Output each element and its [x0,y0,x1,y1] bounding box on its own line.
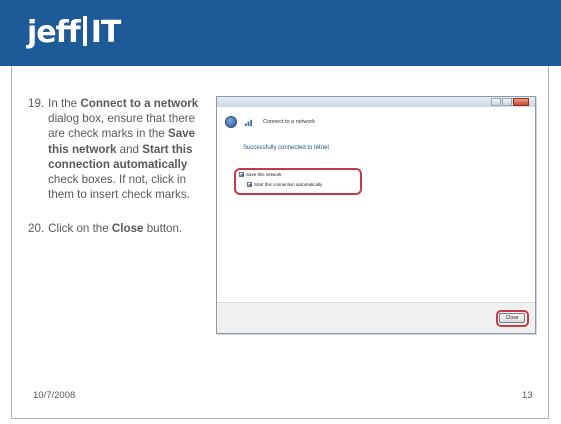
step-plain-text: button. [143,222,183,236]
step-20: 20. Click on the Close button. [28,221,208,236]
save-network-checkbox[interactable] [239,172,244,177]
step-number: 19. [28,97,45,110]
slide-date: 10/7/2008 [33,390,76,401]
close-window-icon[interactable] [513,98,529,106]
dialog-screenshot: Connect to a network Successfully connec… [216,96,536,334]
network-icon [244,119,253,126]
start-automatically-label: Start this connection automatically [254,182,323,187]
logo-separator [82,16,87,46]
slide: jeff IT 19. In the Connect to a network d… [0,0,561,424]
dialog-footer [217,302,535,333]
slide-page-number: 13 [522,390,533,401]
save-network-label: Save this network [246,172,282,177]
step-19: 19. In the Connect to a network dialog b… [28,96,208,202]
step-text: Click on the Close button. [44,221,208,236]
step-bold-text: Connect to a network [80,97,199,110]
step-plain-text: check boxes. If not, click in them to in… [48,173,190,202]
maximize-icon[interactable] [502,98,512,106]
logo-left-text: jeff [27,15,81,50]
dialog-title: Connect to a network [263,119,315,125]
logo-right-text: IT [90,15,122,50]
dialog-nav-row: Connect to a network [225,115,315,129]
close-button[interactable]: Close [499,313,525,323]
success-message: Successfully connected to Ietnet [243,145,330,151]
header-bar: jeff IT [0,0,561,66]
start-automatically-checkbox[interactable] [247,182,252,187]
step-plain-text: Click on the [48,222,112,236]
step-bold-text: Close [111,222,144,236]
minimize-icon[interactable] [491,98,501,106]
logo: jeff IT [27,15,122,50]
step-plain-text: and [116,142,143,156]
step-plain-text: In the [48,97,81,110]
step-number: 20. [28,222,45,236]
instruction-list: 19. In the Connect to a network dialog b… [28,96,208,256]
start-automatically-checkbox-row[interactable]: Start this connection automatically [247,182,322,187]
save-network-checkbox-row[interactable]: Save this network [239,172,282,177]
dialog-titlebar [217,97,535,107]
step-text: In the Connect to a network dialog box, … [44,96,208,202]
window-buttons [490,98,529,106]
back-arrow-icon[interactable] [225,116,237,128]
